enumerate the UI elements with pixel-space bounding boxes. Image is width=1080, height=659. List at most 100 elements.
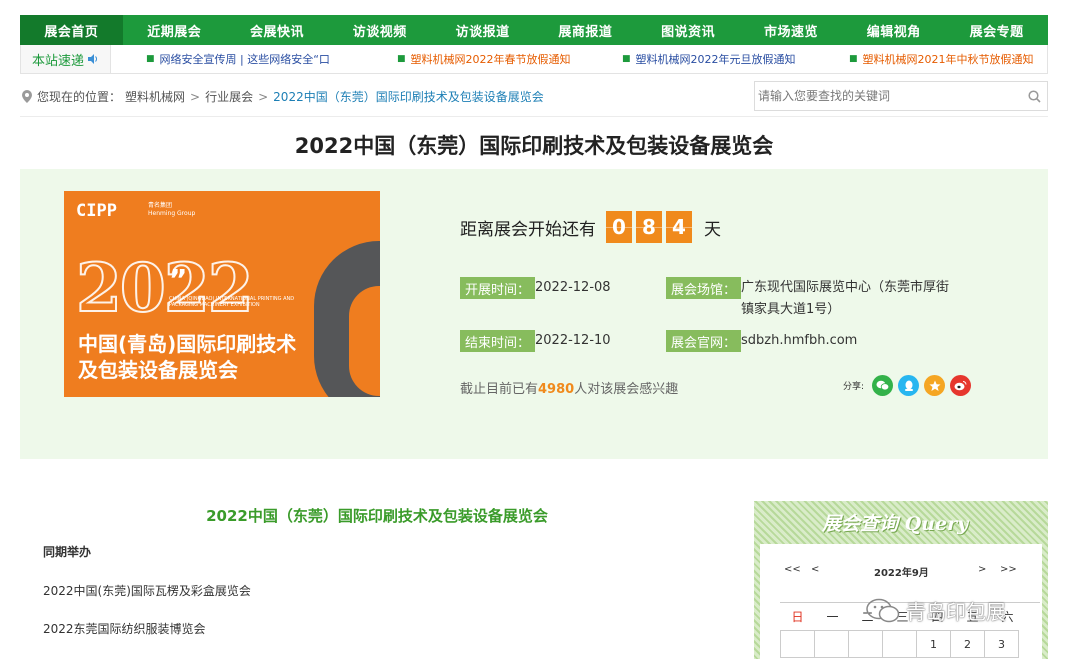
exhibition-query-panel: 展会查询 Query << < 2022年9月 > >> 日 一 二 三 四 五… bbox=[754, 501, 1048, 659]
ticker-item-text: 塑料机械网2022年元旦放假通知 bbox=[635, 53, 796, 66]
nav-item-market[interactable]: 市场速览 bbox=[740, 15, 843, 45]
prev-year-button[interactable]: << bbox=[784, 564, 801, 575]
ticker-item-text: 塑料机械网2022年春节放假通知 bbox=[410, 53, 571, 66]
start-date-label: 开展时间： bbox=[460, 277, 536, 299]
poster-year: 2022 bbox=[75, 248, 255, 328]
news-ticker: 本站速递 ■ 网络安全宣传周 | 这些网络安全“口 ■ 塑料机械网2022年春节放假… bbox=[20, 45, 1048, 74]
calendar-day[interactable]: 1 bbox=[916, 630, 951, 658]
next-year-button[interactable]: >> bbox=[1000, 564, 1017, 575]
nav-item-recent[interactable]: 近期展会 bbox=[123, 15, 226, 45]
website-label: 展会官网： bbox=[666, 330, 742, 352]
weekday-label: 一 bbox=[826, 610, 839, 624]
end-date: 2022-12-10 bbox=[535, 333, 611, 348]
prev-month-button[interactable]: < bbox=[811, 564, 819, 575]
poster-subtitle-line: 及包装设备展览会 bbox=[78, 358, 238, 382]
article-paragraph: 2022中国(东莞)国际瓦楞及彩盒展览会 bbox=[43, 584, 251, 598]
nav-item-video[interactable]: 访谈视频 bbox=[328, 15, 431, 45]
poster-subtitle-line: 中国(青岛)国际印刷技术 bbox=[78, 332, 297, 356]
breadcrumb-prefix: 您现在的位置： bbox=[37, 90, 122, 104]
page: 展会首页 近期展会 会展快讯 访谈视频 访谈报道 展商报道 图说资讯 市场速览 … bbox=[0, 0, 1080, 659]
interest-count: 截止目前已有4980人对该展会感兴趣 bbox=[460, 378, 678, 397]
exhibition-info-panel: CIPP 青名集团 Henming Group 2022 ” CHINA (QI… bbox=[20, 169, 1048, 459]
poster-quote-mark: ” bbox=[169, 263, 188, 296]
countdown-digit: 0 bbox=[606, 211, 632, 243]
breadcrumb: 您现在的位置： 塑料机械网 > 行业展会 > 2022中国（东莞）国际印刷技术及… bbox=[22, 88, 544, 105]
divider bbox=[20, 116, 1048, 117]
ticker-item[interactable]: ■ 网络安全宣传周 | 这些网络安全“口 bbox=[146, 51, 336, 67]
countdown-digit: 8 bbox=[636, 211, 662, 243]
countdown-suffix: 天 bbox=[704, 219, 721, 240]
poster-group-en: Henming Group bbox=[148, 210, 196, 217]
bullet-icon: ■ bbox=[146, 54, 155, 64]
interest-number: 4980 bbox=[538, 382, 575, 397]
end-date-label: 结束时间： bbox=[460, 330, 536, 352]
start-date: 2022-12-08 bbox=[535, 280, 611, 295]
calendar-month: 2022年9月 bbox=[874, 568, 929, 579]
weekday-label: 日 bbox=[791, 610, 804, 624]
calendar-week-row: 1 2 3 bbox=[780, 630, 1019, 658]
calendar-day[interactable]: 3 bbox=[984, 630, 1019, 658]
ticker-item-text: 网络安全宣传周 | 这些网络安全“口 bbox=[159, 53, 330, 66]
nav-item-topic[interactable]: 展会专题 bbox=[945, 15, 1048, 45]
ticker-label: 本站速递 bbox=[31, 53, 84, 69]
ticker-item[interactable]: ■ 塑料机械网2022年春节放假通知 bbox=[397, 51, 571, 67]
weibo-share-icon[interactable] bbox=[950, 375, 972, 396]
venue-label: 展会场馆： bbox=[666, 277, 742, 299]
breadcrumb-category[interactable]: 行业展会 bbox=[205, 88, 253, 105]
search-icon bbox=[1027, 89, 1041, 103]
ticker-item[interactable]: ■ 塑料机械网2021年中秋节放假通知 bbox=[849, 51, 1034, 67]
search-box bbox=[754, 81, 1048, 111]
nav-item-editor[interactable]: 编辑视角 bbox=[842, 15, 945, 45]
calendar-day[interactable] bbox=[780, 630, 815, 658]
ticker-item[interactable]: ■ 塑料机械网2022年元旦放假通知 bbox=[622, 51, 796, 67]
poster-group-cn: 青名集团 bbox=[148, 202, 173, 209]
poster-decoration bbox=[349, 286, 380, 396]
wechat-share-icon[interactable] bbox=[872, 375, 894, 396]
breadcrumb-home[interactable]: 塑料机械网 bbox=[125, 88, 185, 105]
bullet-icon: ■ bbox=[397, 54, 406, 64]
watermark: 青岛印包展 bbox=[866, 596, 1006, 625]
bullet-icon: ■ bbox=[849, 54, 858, 64]
calendar-day[interactable] bbox=[814, 630, 849, 658]
nav-item-photo[interactable]: 图说资讯 bbox=[637, 15, 740, 45]
search-input[interactable] bbox=[755, 89, 1021, 103]
search-button[interactable] bbox=[1021, 82, 1047, 110]
article-title: 2022中国（东莞）国际印刷技术及包装设备展览会 bbox=[206, 507, 548, 525]
calendar-day[interactable] bbox=[882, 630, 917, 658]
ticker-item-text: 塑料机械网2021年中秋节放假通知 bbox=[862, 53, 1034, 66]
article-heading: 同期举办 bbox=[43, 545, 92, 559]
main-nav: 展会首页 近期展会 会展快讯 访谈视频 访谈报道 展商报道 图说资讯 市场速览 … bbox=[20, 15, 1048, 45]
qq-share-icon[interactable] bbox=[898, 375, 920, 396]
nav-item-interview[interactable]: 访谈报道 bbox=[431, 15, 534, 45]
share-label: 分享: bbox=[843, 382, 865, 392]
nav-item-home[interactable]: 展会首页 bbox=[20, 15, 123, 45]
nav-item-exhibitor[interactable]: 展商报道 bbox=[534, 15, 637, 45]
calendar-day[interactable]: 2 bbox=[950, 630, 985, 658]
exhibition-poster: CIPP 青名集团 Henming Group 2022 ” CHINA (QI… bbox=[64, 191, 380, 397]
countdown-digit: 4 bbox=[666, 211, 692, 243]
venue: 广东现代国际展览中心（东莞市厚街镇家具大道1号） bbox=[741, 280, 950, 317]
article-paragraph: 2022东莞国际纺织服装博览会 bbox=[43, 622, 206, 636]
breadcrumb-separator: > bbox=[258, 89, 269, 104]
poster-logo-group: 青名集团 Henming Group bbox=[148, 202, 195, 218]
poster-logo: CIPP bbox=[76, 201, 117, 221]
query-title: 展会查询 Query bbox=[822, 513, 969, 535]
countdown-prefix: 距离展会开始还有 bbox=[460, 219, 596, 240]
breadcrumb-separator: > bbox=[190, 89, 201, 104]
speaker-icon bbox=[88, 54, 98, 64]
next-month-button[interactable]: > bbox=[978, 564, 986, 575]
calendar-day[interactable] bbox=[848, 630, 883, 658]
ticker-label-box: 本站速递 bbox=[21, 45, 111, 73]
interest-prefix: 截止目前已有 bbox=[460, 382, 539, 397]
breadcrumb-current[interactable]: 2022中国（东莞）国际印刷技术及包装设备展览会 bbox=[273, 88, 544, 105]
countdown: 距离展会开始还有 0 8 4 天 bbox=[460, 211, 721, 243]
poster-subtitle-cn: 中国(青岛)国际印刷技术 及包装设备展览会 bbox=[78, 331, 296, 383]
page-title: 2022中国（东莞）国际印刷技术及包装设备展览会 bbox=[294, 134, 774, 158]
watermark-text: 青岛印包展 bbox=[906, 600, 1006, 624]
poster-subtitle-en: CHINA (QINGDAO) INTERNATIONAL PRINTING A… bbox=[169, 296, 295, 308]
wechat-icon bbox=[866, 598, 900, 622]
location-pin-icon bbox=[22, 90, 32, 103]
website-link[interactable]: sdbzh.hmfbh.com bbox=[741, 330, 857, 352]
nav-item-news[interactable]: 会展快讯 bbox=[226, 15, 329, 45]
qzone-share-icon[interactable] bbox=[924, 375, 946, 396]
